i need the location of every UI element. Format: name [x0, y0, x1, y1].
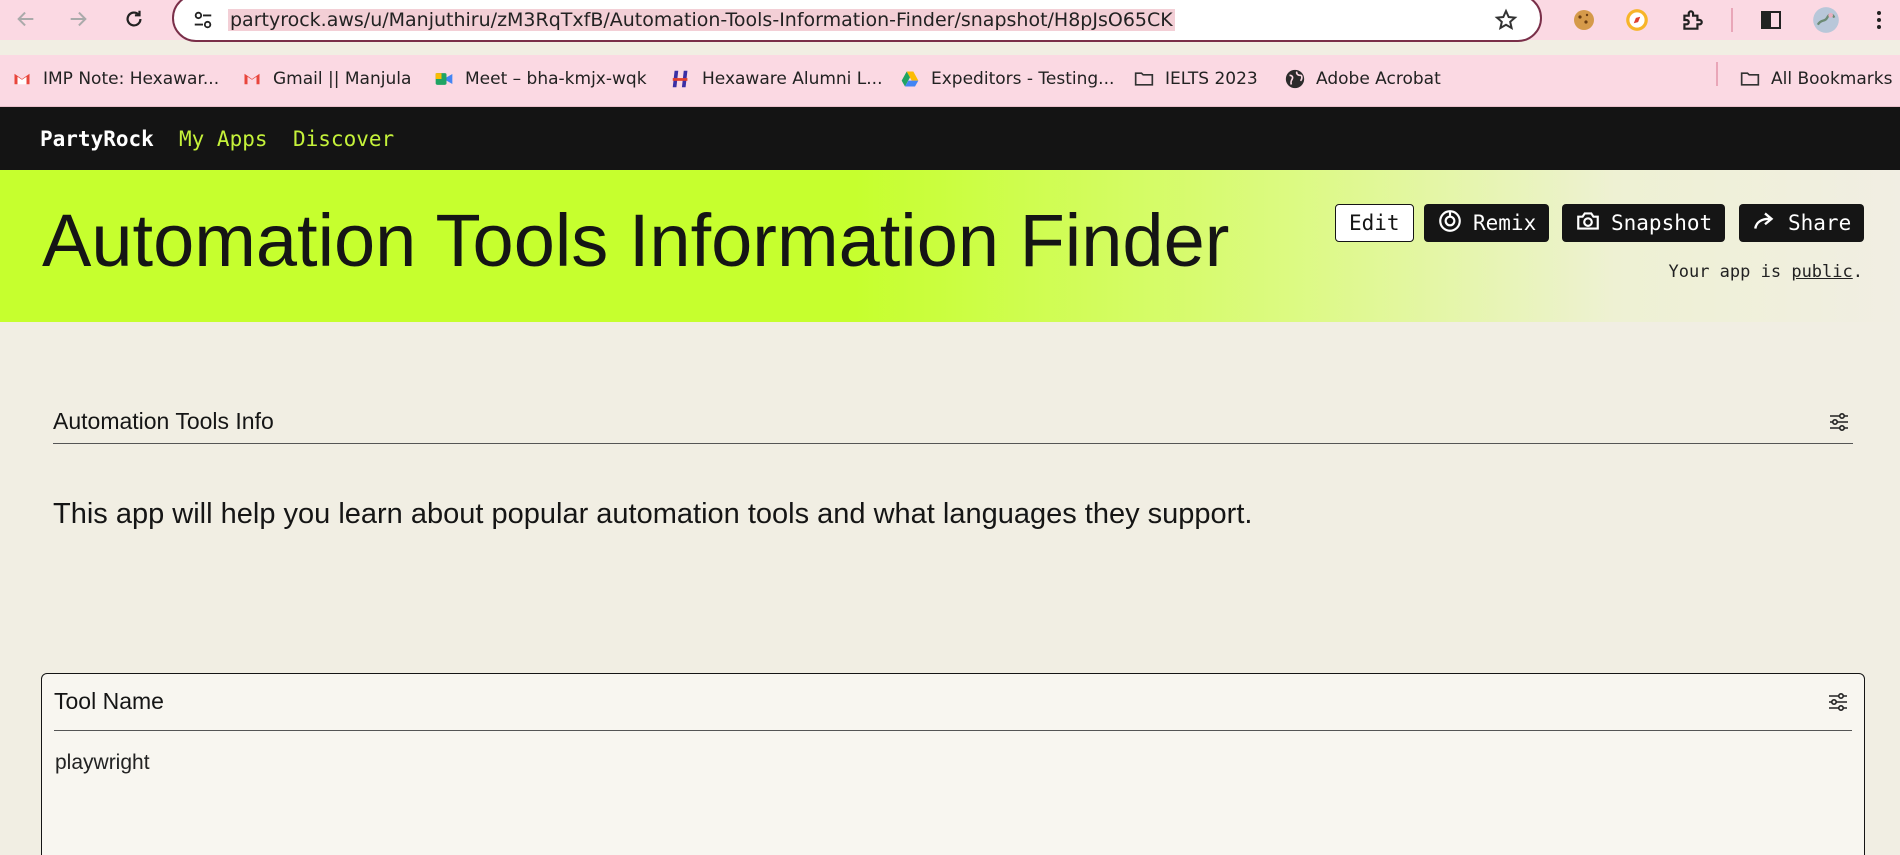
- tool-name-widget: Tool Name playwright: [41, 673, 1865, 855]
- nav-link-discover[interactable]: Discover: [293, 127, 394, 151]
- bookmark-item[interactable]: IMP Note: Hexawar...: [11, 64, 219, 94]
- globe-icon: [1284, 68, 1306, 90]
- snapshot-label: Snapshot: [1611, 211, 1713, 235]
- info-text: This app will help you learn about popul…: [53, 498, 1253, 530]
- browser-menu-icon[interactable]: [1864, 5, 1894, 35]
- profile-avatar-icon[interactable]: [1811, 5, 1841, 35]
- bookmark-label: Hexaware Alumni L...: [702, 69, 883, 89]
- tool-name-input[interactable]: playwright: [55, 751, 150, 775]
- bookmarks-bar: IMP Note: Hexawar... Gmail || Manjula Me…: [0, 55, 1900, 107]
- share-arrow-icon: [1752, 208, 1778, 239]
- bookmark-label: Expeditors - Testing...: [931, 69, 1115, 89]
- app-navbar: PartyRock My Apps Discover: [0, 107, 1900, 170]
- address-bar[interactable]: partyrock.aws/u/Manjuthiru/zM3RqTxfB/Aut…: [172, 0, 1542, 42]
- drive-icon: [899, 68, 921, 90]
- tool-name-widget-header: Tool Name: [54, 674, 1852, 731]
- side-panel-icon[interactable]: [1756, 5, 1786, 35]
- share-label: Share: [1788, 211, 1852, 235]
- bookmark-label: IMP Note: Hexawar...: [43, 69, 220, 89]
- bookmark-item[interactable]: Expeditors - Testing...: [899, 64, 1114, 94]
- cookie-extension-icon[interactable]: [1569, 5, 1599, 35]
- site-settings-icon[interactable]: [190, 8, 216, 32]
- edit-button[interactable]: Edit: [1335, 204, 1414, 242]
- bookmark-item[interactable]: Gmail || Manjula: [241, 64, 411, 94]
- compass-extension-icon[interactable]: [1622, 5, 1652, 35]
- bookmark-item[interactable]: IELTS 2023: [1133, 64, 1258, 94]
- edit-label: Edit: [1349, 211, 1400, 235]
- browser-toolbar: partyrock.aws/u/Manjuthiru/zM3RqTxfB/Aut…: [0, 0, 1900, 42]
- nav-link-my-apps[interactable]: My Apps: [179, 127, 268, 151]
- bookmark-label: Adobe Acrobat: [1316, 69, 1441, 89]
- camera-icon: [1575, 208, 1601, 239]
- widget-title: Automation Tools Info: [53, 408, 274, 434]
- bookmark-star-icon[interactable]: [1492, 6, 1520, 34]
- hexaware-icon: [670, 68, 692, 90]
- page-title: Automation Tools Information Finder: [42, 199, 1230, 282]
- app-header: Automation Tools Information Finder Edit…: [0, 170, 1900, 322]
- remix-button[interactable]: Remix: [1424, 204, 1550, 242]
- back-icon[interactable]: [11, 4, 41, 34]
- visibility-prefix: Your app is: [1668, 262, 1792, 282]
- bookmark-label: Meet – bha-kmjx-wqk: [465, 69, 647, 89]
- remix-label: Remix: [1473, 211, 1537, 235]
- gmail-icon: [11, 68, 33, 90]
- reload-icon[interactable]: [119, 4, 149, 34]
- all-bookmarks-button[interactable]: All Bookmarks: [1739, 64, 1892, 94]
- visibility-suffix: .: [1852, 262, 1863, 282]
- extensions-puzzle-icon[interactable]: [1677, 5, 1707, 35]
- remix-icon: [1437, 208, 1463, 239]
- folder-icon: [1739, 68, 1761, 90]
- widget-settings-icon[interactable]: [1825, 408, 1853, 436]
- snapshot-button[interactable]: Snapshot: [1562, 204, 1726, 242]
- widget-title: Tool Name: [54, 688, 164, 714]
- gmail-icon: [241, 68, 263, 90]
- meet-icon: [433, 68, 455, 90]
- bookmark-label: Gmail || Manjula: [273, 69, 412, 89]
- visibility-link[interactable]: public: [1791, 262, 1852, 282]
- all-bookmarks-label: All Bookmarks: [1771, 69, 1893, 89]
- toolbar-divider: [1731, 8, 1733, 32]
- folder-icon: [1133, 68, 1155, 90]
- brand-logo[interactable]: PartyRock: [40, 127, 154, 151]
- bookmark-item[interactable]: Hexaware Alumni L...: [670, 64, 883, 94]
- info-widget-header: Automation Tools Info: [53, 398, 1853, 444]
- url-text[interactable]: partyrock.aws/u/Manjuthiru/zM3RqTxfB/Aut…: [228, 9, 1175, 31]
- forward-icon[interactable]: [63, 4, 93, 34]
- share-button[interactable]: Share: [1739, 204, 1865, 242]
- bookmark-item[interactable]: Adobe Acrobat: [1284, 64, 1441, 94]
- bookmark-item[interactable]: Meet – bha-kmjx-wqk: [433, 64, 647, 94]
- bookmarks-divider: [1716, 62, 1718, 86]
- visibility-note: Your app is public.: [1669, 262, 1864, 282]
- bookmark-label: IELTS 2023: [1165, 69, 1258, 89]
- widget-settings-icon[interactable]: [1824, 688, 1852, 716]
